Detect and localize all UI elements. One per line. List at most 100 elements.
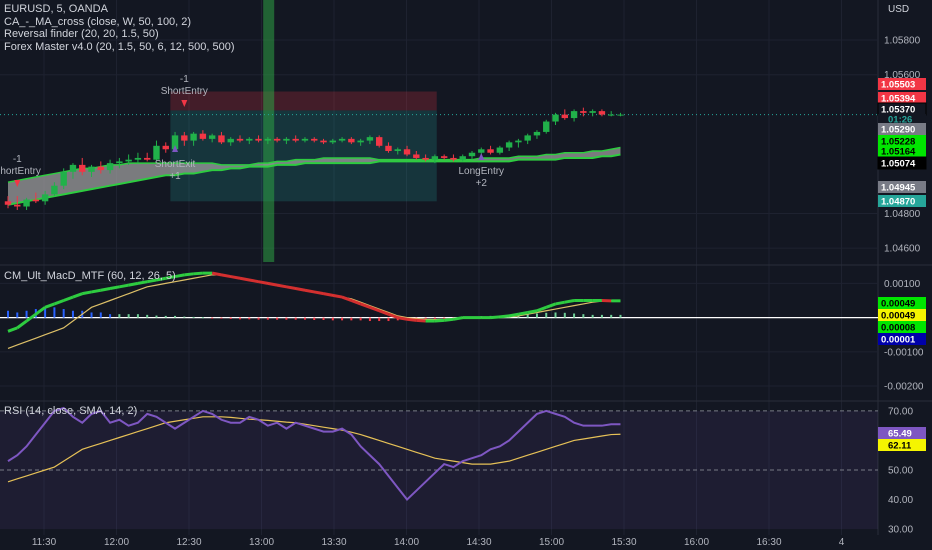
macd-histogram-bar: [164, 315, 167, 318]
time-tick-label: 15:00: [539, 537, 564, 548]
macd-line-segment: [323, 292, 334, 297]
macd-line-segment: [490, 315, 500, 320]
candle-body: [376, 137, 383, 146]
rsi-tick-label: 50.00: [888, 466, 913, 477]
price-tick-label: 1.04600: [884, 244, 921, 255]
macd-histogram-bar: [62, 309, 65, 318]
candle-body: [32, 199, 40, 202]
candle-body: [459, 156, 466, 160]
candle-body: [552, 114, 559, 122]
chart-legend: EURUSD, 5, OANDA CA_-_MA_cross (close, W…: [4, 3, 235, 53]
signal-label: LongEntry: [458, 166, 504, 177]
time-tick-label: 4: [839, 537, 845, 548]
macd-histogram-bar: [554, 312, 557, 318]
candle-body: [366, 137, 374, 141]
macd-histogram-bar: [146, 314, 149, 318]
macd-histogram-bar: [71, 310, 74, 318]
macd-histogram-bar: [99, 312, 102, 318]
macd-histogram-bar: [155, 315, 158, 318]
candle-body: [311, 138, 318, 141]
macd-histogram-bar: [368, 317, 371, 322]
macd-histogram-bar: [359, 317, 362, 321]
macd-line-segment: [434, 318, 445, 323]
macd-line-segment: [406, 317, 417, 322]
candle-body: [199, 133, 207, 139]
price-tag-label: 1.05164: [881, 147, 916, 158]
macd-line-segment: [16, 319, 28, 330]
reward-zone: [170, 110, 437, 202]
symbol-title: EURUSD, 5, OANDA: [4, 3, 108, 15]
candle-body: [88, 166, 95, 172]
candle-body: [41, 194, 49, 202]
candle-body: [505, 142, 513, 148]
time-tick-label: 11:30: [32, 537, 57, 548]
candle-body: [162, 145, 169, 150]
signal-label: -1: [13, 154, 22, 165]
candle-body: [236, 138, 244, 141]
macd-histogram-bar: [276, 317, 279, 320]
signal-label: -1: [180, 74, 189, 85]
signal-label: ShortExit: [155, 159, 196, 170]
macd-line-segment: [63, 295, 74, 302]
macd-histogram-bar: [257, 317, 260, 320]
candle-body: [301, 138, 309, 141]
candle-body: [181, 135, 188, 141]
macd-line-segment: [564, 299, 575, 304]
macd-histogram-bar: [192, 316, 195, 318]
macd-line-segment: [295, 287, 306, 292]
macd-histogram-bar: [378, 317, 381, 322]
macd-histogram-bar: [313, 317, 316, 320]
rsi-tick-label: 30.00: [888, 525, 913, 536]
macd-histogram-bar: [127, 314, 130, 318]
macd-line-segment: [44, 302, 55, 309]
risk-zone: [170, 91, 437, 111]
time-tick-label: 12:00: [104, 537, 129, 548]
indicator-ma-cross: CA_-_MA_cross (close, W, 50, 100, 2): [4, 15, 192, 28]
candle-body: [450, 157, 457, 160]
candle-body: [468, 152, 476, 157]
macd-line-segment: [518, 310, 528, 316]
candle-body: [570, 111, 578, 119]
candle-body: [533, 131, 541, 136]
candle-body: [385, 145, 392, 152]
price-tag-label: 1.04945: [881, 183, 916, 194]
macd-line-segment: [286, 285, 296, 291]
macd-line-segment: [81, 290, 92, 296]
candle-body: [487, 149, 494, 153]
macd-line-segment: [276, 283, 287, 289]
candle-body: [125, 159, 132, 162]
macd-histogram-bar: [545, 312, 548, 318]
candle-body: [348, 138, 355, 143]
macd-line-segment: [360, 302, 371, 309]
macd-tick-label: 0.00100: [884, 279, 921, 290]
candle-body: [598, 111, 606, 115]
currency-label: USD: [888, 4, 910, 15]
candle-body: [23, 199, 30, 207]
macd-line-segment: [221, 273, 231, 279]
macd-line-segment: [332, 293, 343, 299]
macd-histogram-bar: [322, 317, 325, 320]
macd-histogram-bar: [229, 317, 232, 319]
time-tick-label: 16:30: [756, 537, 781, 548]
macd-histogram-bar: [433, 317, 436, 319]
macd-line-segment: [53, 299, 65, 306]
time-tick-label: 14:00: [394, 537, 419, 548]
candle-body: [413, 154, 420, 158]
signal-label: +2: [476, 178, 488, 189]
rsi-tick-label: 40.00: [888, 495, 913, 506]
macd-histogram-bar: [211, 317, 214, 319]
macd-line-segment: [267, 281, 278, 287]
macd-line-segment: [350, 299, 362, 306]
macd-line-segment: [369, 305, 380, 313]
rsi-value-label: 65.49: [888, 429, 912, 440]
signal-label: ShortEntry: [161, 86, 208, 97]
macd-histogram-bar: [341, 317, 344, 321]
macd-histogram-bar: [7, 310, 9, 318]
macd-histogram-bar: [600, 314, 603, 318]
candle-body: [403, 149, 411, 155]
macd-line-segment: [249, 278, 259, 284]
candle-body: [431, 156, 439, 160]
macd-line-segment: [416, 318, 426, 323]
macd-legend: CM_Ult_MacD_MTF (60, 12, 26, 5): [4, 270, 176, 282]
macd-line-segment: [545, 302, 557, 309]
